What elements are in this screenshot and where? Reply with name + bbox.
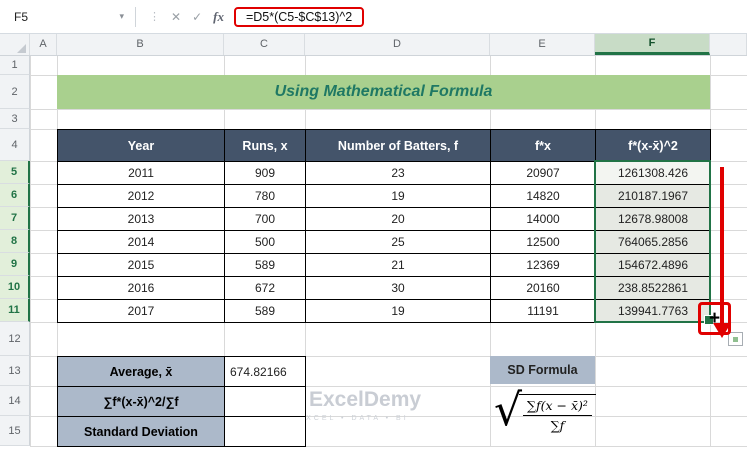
cell-B9[interactable]: 2015 xyxy=(58,254,225,277)
header-year[interactable]: Year xyxy=(58,130,225,162)
title-cell-merged[interactable]: Using Mathematical Formula xyxy=(57,75,710,109)
row-header-10[interactable]: 10 xyxy=(0,276,30,299)
cell-C11[interactable]: 589 xyxy=(225,300,306,323)
corner-triangle-icon xyxy=(17,44,26,53)
column-header-b[interactable]: B xyxy=(57,33,224,55)
cell-F9[interactable]: 154672.4896 xyxy=(596,254,711,277)
cell-C14-variance-value[interactable] xyxy=(225,387,306,417)
divider xyxy=(135,6,136,27)
row-header-14[interactable]: 14 xyxy=(0,386,30,416)
watermark-name: ExcelDemy xyxy=(309,388,422,411)
cell-E6[interactable]: 14820 xyxy=(491,185,596,208)
active-cell-reference: F5 xyxy=(14,9,29,24)
radical-sign-icon: √ xyxy=(494,385,523,436)
column-header-e[interactable]: E xyxy=(490,33,595,55)
cell-C10[interactable]: 672 xyxy=(225,277,306,300)
cell-B10[interactable]: 2016 xyxy=(58,277,225,300)
cell-C6[interactable]: 780 xyxy=(225,185,306,208)
cell-B6[interactable]: 2012 xyxy=(58,185,225,208)
data-table: Year Runs, x Number of Batters, f f*x f*… xyxy=(57,129,711,323)
row-header-9[interactable]: 9 xyxy=(0,253,30,276)
row-header-6[interactable]: 6 xyxy=(0,184,30,207)
header-fx[interactable]: f*x xyxy=(491,130,596,162)
cell-C7[interactable]: 700 xyxy=(225,208,306,231)
cell-B14-variance-label[interactable]: ∑f*(x-x̄)^2/∑f xyxy=(58,387,225,417)
formula-text-highlighted: =D5*(C5-$C$13)^2 xyxy=(233,6,365,27)
row-header-11[interactable]: 11 xyxy=(0,299,30,322)
column-header-a[interactable]: A xyxy=(30,33,57,55)
cell-D5[interactable]: 23 xyxy=(306,162,491,185)
header-batters[interactable]: Number of Batters, f xyxy=(306,130,491,162)
insert-function-icon[interactable]: fx xyxy=(213,9,224,25)
cell-B5[interactable]: 2011 xyxy=(58,162,225,185)
row-header-12[interactable]: 12 xyxy=(0,322,30,356)
cell-D9[interactable]: 21 xyxy=(306,254,491,277)
cell-C8[interactable]: 500 xyxy=(225,231,306,254)
cell-C13-average-value[interactable]: 674.82166 xyxy=(225,357,306,387)
cell-F7[interactable]: 12678.98008 xyxy=(596,208,711,231)
cell-E8[interactable]: 12500 xyxy=(491,231,596,254)
row-header-2[interactable]: 2 xyxy=(0,75,30,109)
cancel-icon[interactable]: ✕ xyxy=(171,10,181,24)
sd-equation-object[interactable]: √ ∑f(x − x̄)² ∑f xyxy=(494,385,596,436)
row-header-5[interactable]: 5 xyxy=(0,161,30,184)
cell-E5[interactable]: 20907 xyxy=(491,162,596,185)
cell-F10[interactable]: 238.8522861 xyxy=(596,277,711,300)
name-box[interactable]: F5 ▾ xyxy=(6,5,132,29)
equation-numerator: ∑f(x − x̄)² xyxy=(523,398,592,416)
cell-E11[interactable]: 11191 xyxy=(491,300,596,323)
row-header-15[interactable]: 15 xyxy=(0,416,30,446)
row-header-3[interactable]: 3 xyxy=(0,109,30,129)
fill-handle-annotation-box: + xyxy=(698,302,731,335)
cell-D11[interactable]: 19 xyxy=(306,300,491,323)
row-header-7[interactable]: 7 xyxy=(0,207,30,230)
cell-B7[interactable]: 2013 xyxy=(58,208,225,231)
cell-D6[interactable]: 19 xyxy=(306,185,491,208)
cell-B13-average-label[interactable]: Average, x̄ xyxy=(58,357,225,387)
gridline xyxy=(30,55,31,446)
cell-E10[interactable]: 20160 xyxy=(491,277,596,300)
cell-E9[interactable]: 12369 xyxy=(491,254,596,277)
row-header-4[interactable]: 4 xyxy=(0,129,30,161)
header-f-x-xbar-sq[interactable]: f*(x-x̄)^2 xyxy=(596,130,711,162)
cell-B8[interactable]: 2014 xyxy=(58,231,225,254)
cell-F6[interactable]: 210187.1967 xyxy=(596,185,711,208)
summary-table: Average, x̄ 674.82166 ∑f*(x-x̄)^2/∑f Sta… xyxy=(57,356,306,447)
cell-F8[interactable]: 764065.2856 xyxy=(596,231,711,254)
exceldemy-watermark: ExcelDemy EXCEL • DATA • BI xyxy=(282,388,422,422)
chevron-down-icon[interactable]: ▾ xyxy=(119,11,124,22)
cell-C9[interactable]: 589 xyxy=(225,254,306,277)
cell-B11[interactable]: 2017 xyxy=(58,300,225,323)
column-header-d[interactable]: D xyxy=(305,33,490,55)
fill-cursor-icon: + xyxy=(708,308,721,329)
equation-denominator: ∑f xyxy=(550,418,565,433)
row-header-1[interactable]: 1 xyxy=(0,55,30,75)
formula-bar: F5 ▾ ⋮ ✕ ✓ fx =D5*(C5-$C$13)^2 xyxy=(0,0,747,34)
cell-C15-stdev-value[interactable] xyxy=(225,417,306,447)
gridline xyxy=(30,109,747,110)
row-header-13[interactable]: 13 xyxy=(0,356,30,386)
cell-E7[interactable]: 14000 xyxy=(491,208,596,231)
column-header-c[interactable]: C xyxy=(224,33,305,55)
cell-E13-sd-formula-label[interactable]: SD Formula xyxy=(490,356,595,384)
grip-dots-icon: ⋮ xyxy=(149,11,160,23)
header-runs[interactable]: Runs, x xyxy=(225,130,306,162)
select-all-corner[interactable] xyxy=(0,33,30,55)
column-header-row: A B C D E F xyxy=(0,33,747,56)
formula-input[interactable]: =D5*(C5-$C$13)^2 xyxy=(233,6,747,27)
column-header-f-selected[interactable]: F xyxy=(595,33,710,55)
cell-D10[interactable]: 30 xyxy=(306,277,491,300)
sheet-body[interactable]: 1 2 3 4 5 6 7 8 9 10 11 12 13 14 15 Using Mathematical… xyxy=(0,55,747,456)
column-header-filler xyxy=(710,33,747,55)
cell-C5[interactable]: 909 xyxy=(225,162,306,185)
row-header-8[interactable]: 8 xyxy=(0,230,30,253)
cell-F11[interactable]: 139941.7763 xyxy=(596,300,711,323)
watermark-tagline: EXCEL • DATA • BI xyxy=(298,415,409,422)
cell-B15-stdev-label[interactable]: Standard Deviation xyxy=(58,417,225,447)
cell-D7[interactable]: 20 xyxy=(306,208,491,231)
cell-D8[interactable]: 25 xyxy=(306,231,491,254)
enter-icon[interactable]: ✓ xyxy=(192,10,202,24)
cell-F5-active[interactable]: 1261308.426 xyxy=(596,162,711,185)
